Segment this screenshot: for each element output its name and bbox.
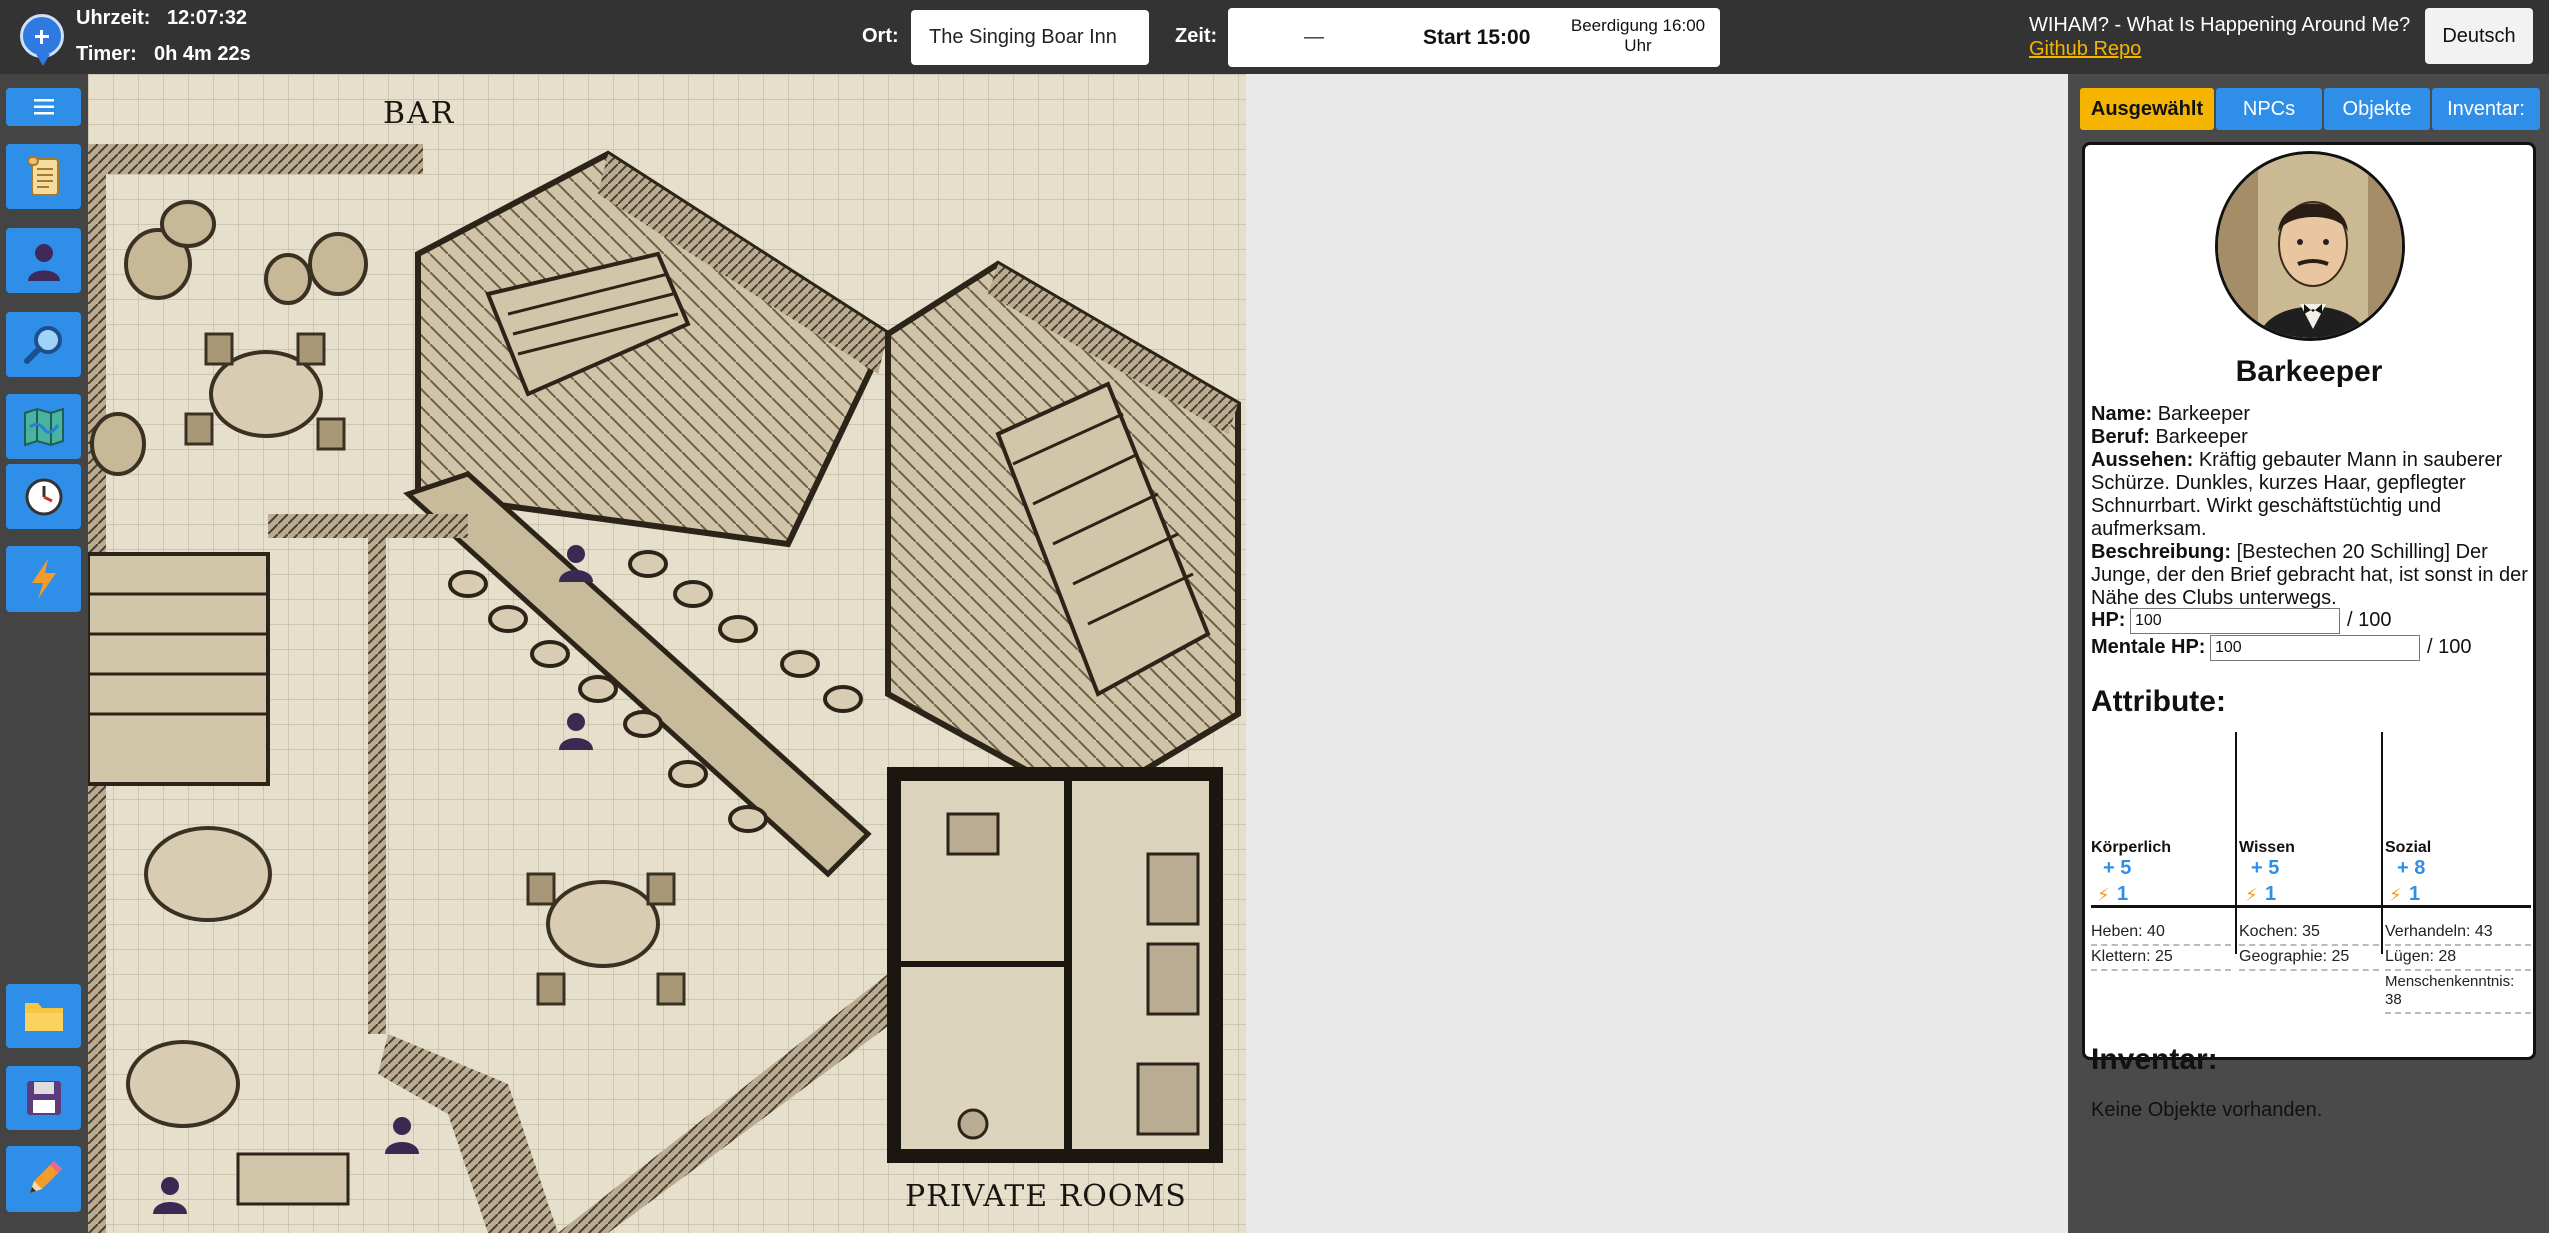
skill-item: Kochen: 35 <box>2239 923 2379 946</box>
attribute-points-knowledge: 1 <box>2265 883 2277 905</box>
hp-label: HP: <box>2091 609 2126 631</box>
skill-item: Heben: 40 <box>2091 923 2231 946</box>
hp-input[interactable] <box>2130 608 2340 634</box>
tavern-map-image <box>88 74 1246 1233</box>
attribute-divider <box>2381 732 2383 954</box>
npc-card: Barkeeper Name: Barkeeper Beruf: Barkeep… <box>2082 142 2536 1121</box>
app-title: WIHAM? - What Is Happening Around Me? <box>2029 14 2411 36</box>
clock-value: 12:07:32 <box>167 7 248 29</box>
time-button[interactable] <box>6 464 81 529</box>
attribute-divider <box>2235 732 2237 954</box>
attributes-heading: Attribute: <box>2091 685 2226 718</box>
skill-item: Klettern: 25 <box>2091 948 2231 971</box>
skill-item: Geographie: 25 <box>2239 948 2379 971</box>
empty-canvas-area <box>1246 74 2068 1233</box>
map-icon <box>23 407 64 446</box>
save-button[interactable] <box>6 1066 81 1130</box>
map-canvas[interactable]: BAR PRIVATE ROOMS <box>88 74 1246 1233</box>
location-label: Ort: <box>862 25 899 47</box>
timeline-next-event[interactable]: Beerdigung 16:00 Uhr <box>1563 16 1713 56</box>
mental-hp-label: Mentale HP: <box>2091 636 2206 658</box>
npc-description-row: Beschreibung: [Bestechen 20 Schilling] D… <box>2091 541 2528 609</box>
github-link[interactable]: Github Repo <box>2029 38 2141 61</box>
attribute-name-knowledge: Wissen <box>2239 839 2295 856</box>
npc-job-row: Beruf: Barkeeper <box>2091 426 2248 448</box>
attribute-bonus-physical: + 5 <box>2103 857 2132 879</box>
tab-objects[interactable]: Objekte <box>2324 88 2430 130</box>
person-icon <box>27 243 60 281</box>
sidebar <box>0 74 88 1233</box>
menu-icon <box>33 99 54 115</box>
language-button[interactable]: Deutsch <box>2425 8 2533 64</box>
npc-token-icon[interactable] <box>556 710 596 750</box>
npc-token-icon[interactable] <box>556 542 596 582</box>
skill-item: Verhandeln: 43 <box>2385 923 2531 946</box>
top-bar: Uhrzeit: 12:07:32 Timer: 0h 4m 22s Ort: … <box>0 0 2549 74</box>
location-input[interactable] <box>911 10 1149 65</box>
lightning-icon: ⚡ <box>2097 885 2110 905</box>
attribute-bonus-social: + 8 <box>2397 857 2426 879</box>
skill-item: Menschenkenntnis: 38 <box>2385 973 2531 1014</box>
details-panel: Ausgewählt NPCs Objekte Inventar: Barkee… <box>2068 74 2549 1233</box>
npc-name-row: Name: Barkeeper <box>2091 403 2250 425</box>
timer-value: 0h 4m 22s <box>154 43 251 65</box>
lightning-icon: ⚡ <box>2389 885 2402 905</box>
tab-inventory[interactable]: Inventar: <box>2432 88 2540 130</box>
skill-item: Lügen: 28 <box>2385 948 2531 971</box>
attribute-points-social: 1 <box>2409 883 2421 905</box>
npc-portrait-avatar <box>2215 151 2405 341</box>
clock-label: Uhrzeit: <box>76 7 151 29</box>
search-button[interactable] <box>6 312 81 377</box>
npc-token-icon[interactable] <box>150 1174 190 1214</box>
map-label-private-rooms: PRIVATE ROOMS <box>905 1179 1187 1214</box>
timeline-current[interactable]: Start 15:00 <box>1423 26 1530 50</box>
map-button[interactable] <box>6 394 81 459</box>
attribute-bonus-knowledge: + 5 <box>2251 857 2280 879</box>
notes-button[interactable] <box>6 144 81 209</box>
inventory-heading: Inventar: <box>2091 1043 2218 1076</box>
npc-appearance-row: Aussehen: Kräftig gebauter Mann in saube… <box>2091 449 2503 540</box>
attribute-name-social: Sozial <box>2385 839 2432 856</box>
folder-icon <box>24 1003 63 1031</box>
tab-npcs[interactable]: NPCs <box>2216 88 2322 130</box>
app-logo-pin-icon <box>36 54 50 66</box>
npc-title: Barkeeper <box>2235 355 2383 388</box>
scroll-icon <box>26 155 59 196</box>
open-button[interactable] <box>6 984 81 1048</box>
inventory-empty-text: Keine Objekte vorhanden. <box>2091 1099 2323 1121</box>
mental-hp-max: / 100 <box>2427 636 2472 658</box>
attribute-separator <box>2091 905 2531 908</box>
events-button[interactable] <box>6 546 81 612</box>
magnifier-icon <box>23 325 62 364</box>
menu-button[interactable] <box>6 88 81 126</box>
npc-button[interactable] <box>6 228 81 293</box>
attribute-name-physical: Körperlich <box>2091 839 2172 856</box>
hp-max: / 100 <box>2347 609 2392 631</box>
app-logo-icon <box>20 14 64 58</box>
attribute-points-physical: 1 <box>2117 883 2129 905</box>
edit-button[interactable] <box>6 1146 81 1212</box>
npc-token-icon[interactable] <box>382 1114 422 1154</box>
tab-selected[interactable]: Ausgewählt <box>2080 88 2214 130</box>
save-icon <box>26 1081 61 1115</box>
lightning-icon: ⚡ <box>2245 885 2258 905</box>
lightning-icon <box>31 559 56 599</box>
time-label: Zeit: <box>1175 25 1218 47</box>
mental-hp-input[interactable] <box>2210 635 2420 661</box>
timeline-previous[interactable]: — <box>1304 26 1324 49</box>
pencil-icon <box>29 1161 62 1193</box>
clock-icon <box>25 478 62 515</box>
map-label-bar: BAR <box>383 96 456 131</box>
timeline-box[interactable]: — Start 15:00 Beerdigung 16:00 Uhr <box>1228 8 1720 67</box>
timer-label: Timer: <box>76 43 137 65</box>
